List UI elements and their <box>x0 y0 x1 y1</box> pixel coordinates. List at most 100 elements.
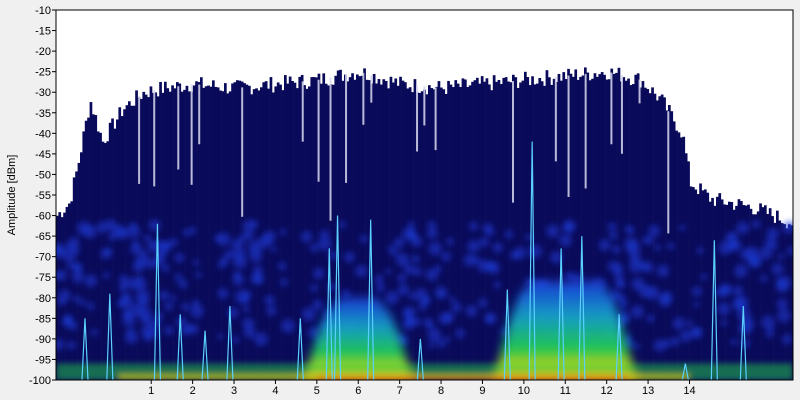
noise-blob <box>624 237 638 251</box>
y-tick-label: -65 <box>35 231 51 243</box>
noise-blob <box>504 229 514 239</box>
noise-blob <box>266 305 277 316</box>
y-axis-label: Amplitude [dBm] <box>6 155 18 236</box>
peak-hold-bar <box>706 192 710 380</box>
noise-blob <box>188 227 197 235</box>
noise-blob <box>696 246 704 255</box>
noise-blob <box>427 220 437 230</box>
noise-blob <box>564 271 574 281</box>
noise-blob <box>231 336 239 344</box>
peak-hold-bar <box>646 88 650 380</box>
noise-blob <box>451 302 462 313</box>
noise-blob <box>747 255 760 268</box>
noise-blob <box>90 328 98 336</box>
noise-blob <box>301 307 316 322</box>
peak-hold-bar <box>497 79 501 380</box>
noise-blob <box>632 342 640 350</box>
peak-hold-dropout <box>423 86 426 126</box>
peak-hold-bar <box>447 80 450 380</box>
noise-blob <box>279 228 287 236</box>
noise-blob <box>433 265 442 273</box>
y-tick-label: -55 <box>35 190 51 202</box>
noise-blob <box>217 333 224 340</box>
noise-blob <box>719 283 732 297</box>
x-tick-label: 2 <box>190 385 196 397</box>
noise-blob <box>607 260 619 272</box>
peak-hold-bar <box>636 73 640 380</box>
peak-hold-bar <box>173 88 177 380</box>
peak-hold-dropout <box>667 111 670 234</box>
peak-hold-bar <box>468 85 472 380</box>
peak-hold-dropout <box>584 73 587 189</box>
peak-hold-dropout <box>241 87 244 217</box>
noise-blob <box>280 319 295 333</box>
x-tick-label: 5 <box>314 385 320 397</box>
noise-blob <box>656 264 670 278</box>
x-tick-label: 9 <box>479 385 485 397</box>
peak-hold-bar <box>764 205 767 380</box>
noise-blob <box>96 221 109 234</box>
noise-blob <box>56 338 65 350</box>
peak-hold-bar <box>442 89 446 380</box>
peak-hold-bar <box>209 86 213 380</box>
noise-blob <box>630 305 644 319</box>
noise-blob <box>426 322 435 330</box>
x-tick-label: 3 <box>231 385 237 397</box>
noise-blob <box>412 256 420 264</box>
noise-blob <box>693 301 700 308</box>
peak-hold-dropout <box>512 81 515 203</box>
noise-blob <box>242 305 250 313</box>
x-tick-label: 7 <box>397 385 403 397</box>
noise-blob <box>487 261 500 274</box>
noise-blob <box>397 273 407 283</box>
peak-hold-bar <box>92 114 95 380</box>
peak-hold-dropout <box>317 79 320 182</box>
noise-blob <box>68 322 78 331</box>
noise-blob <box>135 278 147 290</box>
noise-blob <box>672 317 686 330</box>
peak-hold-bar <box>113 128 117 380</box>
peak-hold-bar <box>749 208 753 380</box>
y-tick-label: -60 <box>35 211 51 223</box>
peak-hold-dropout <box>610 72 613 145</box>
noise-blob <box>686 319 693 327</box>
noise-blob <box>250 220 259 228</box>
peak-hold-bar <box>660 94 664 380</box>
noise-blob <box>404 315 414 325</box>
x-tick-label: 8 <box>438 385 444 397</box>
noise-blob <box>56 271 63 280</box>
noise-blob <box>680 329 693 342</box>
y-tick-label: -25 <box>35 67 51 79</box>
noise-blob <box>720 319 728 326</box>
noise-blob <box>730 338 738 346</box>
noise-blob <box>446 237 454 246</box>
noise-blob <box>777 253 785 260</box>
spectrum-chart: -10 -15 -20 -25 -30 -35 -40 -45 -50 -55 -60 -65 -70 -… <box>6 5 794 397</box>
noise-blob <box>72 263 83 274</box>
peak-hold-dropout <box>329 77 332 221</box>
y-tick-label: -45 <box>35 149 51 161</box>
noise-blob <box>233 271 242 280</box>
peak-hold-bar <box>452 87 455 380</box>
peak-hold-bar <box>761 207 765 380</box>
noise-blob <box>82 225 97 239</box>
peak-hold-bar <box>754 214 758 380</box>
noise-blob <box>730 240 742 251</box>
noise-blob <box>355 264 368 278</box>
noise-blob <box>195 271 202 278</box>
y-tick-label: -85 <box>35 313 51 325</box>
noise-blob <box>192 259 200 266</box>
noise-blob <box>143 331 154 342</box>
noise-blob <box>732 285 744 297</box>
noise-blob <box>174 273 183 282</box>
noise-blob <box>242 290 252 300</box>
noise-blob <box>670 336 680 347</box>
noise-blob <box>751 219 761 229</box>
noise-blob <box>513 246 527 260</box>
noise-blob <box>164 325 174 336</box>
peak-hold-bar <box>471 81 474 380</box>
peak-hold-bar <box>118 107 122 380</box>
peak-hold-bar <box>423 89 426 380</box>
peak-hold-bar <box>288 76 292 380</box>
noise-blob <box>217 232 231 246</box>
